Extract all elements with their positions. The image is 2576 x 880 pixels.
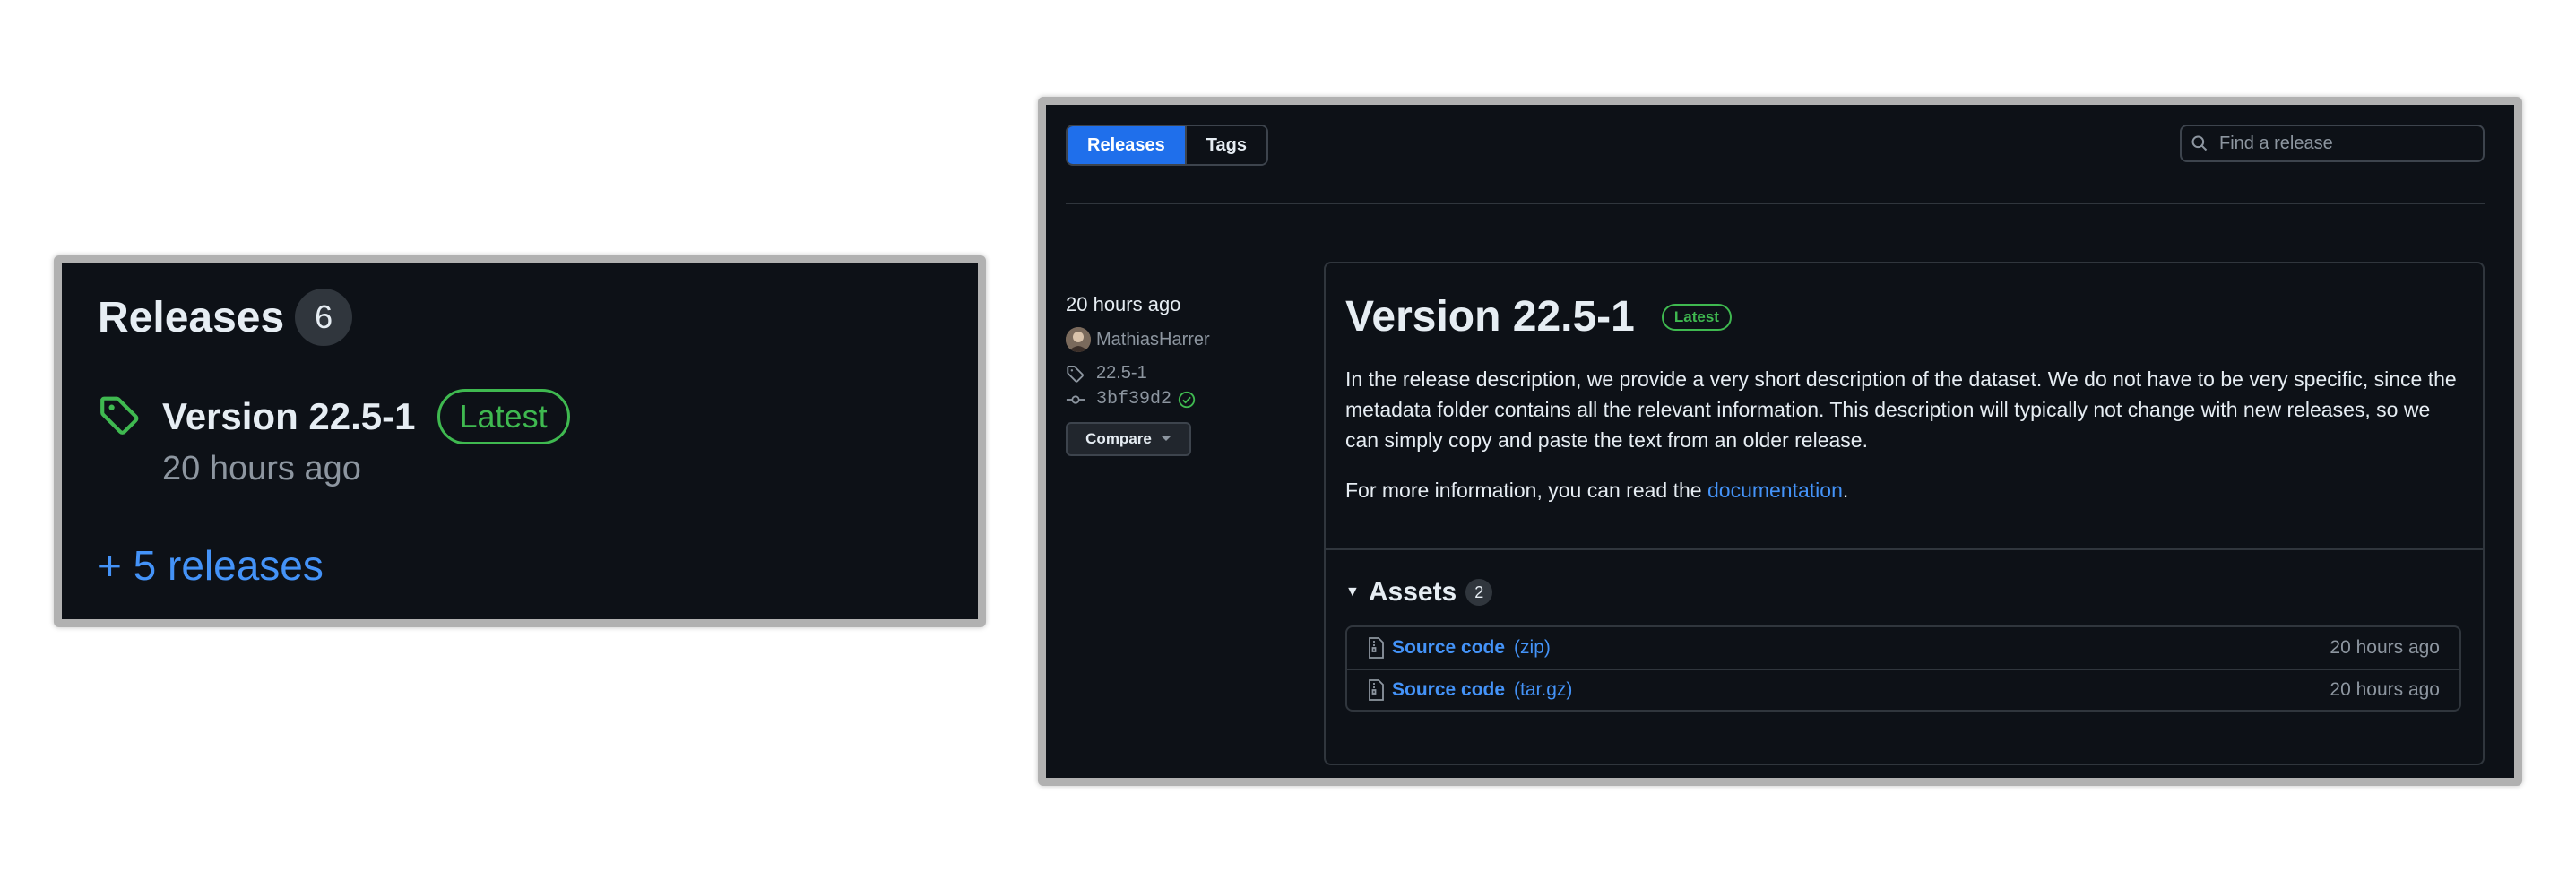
compare-button[interactable]: Compare [1066, 422, 1191, 456]
more-info-suffix: . [1842, 479, 1849, 502]
asset-time: 20 hours ago [2330, 637, 2440, 658]
assets-list: Source code (zip) 20 hours ago Source co… [1345, 625, 2461, 712]
release-meta-time: 20 hours ago [1066, 293, 1181, 315]
releases-count-badge: 6 [295, 289, 353, 346]
commit-sha[interactable]: 3bf39d2 [1096, 389, 1171, 410]
avatar[interactable] [1066, 327, 1091, 352]
releases-tags-tabs: Releases Tags [1066, 125, 1268, 166]
release-description: In the release description, we provide a… [1345, 364, 2461, 525]
release-time: 20 hours ago [162, 450, 361, 487]
search-input[interactable] [2217, 132, 2472, 155]
documentation-link[interactable]: documentation [1707, 479, 1843, 502]
assets-count-badge: 2 [1465, 579, 1493, 606]
more-info-paragraph: For more information, you can read the d… [1345, 475, 2461, 505]
verified-check-icon [1178, 391, 1196, 408]
asset-time: 20 hours ago [2330, 679, 2440, 700]
releases-sidebar-card: Releases 6 Version 22.5-1 Latest 20 hour… [54, 255, 986, 627]
asset-ext[interactable]: (zip) [1514, 637, 1551, 659]
asset-ext[interactable]: (tar.gz) [1514, 679, 1572, 701]
file-zip-icon [1369, 679, 1384, 701]
latest-badge: Latest [437, 389, 570, 444]
asset-name-link[interactable]: Source code [1392, 679, 1505, 701]
release-card: Version 22.5-1 Latest In the release des… [1324, 262, 2485, 765]
file-zip-icon [1369, 637, 1384, 659]
more-releases-link[interactable]: + 5 releases [98, 541, 324, 590]
latest-release-item[interactable]: Version 22.5-1 Latest 20 hours ago [98, 389, 570, 488]
release-name-link[interactable]: Version 22.5-1 [162, 395, 416, 438]
author-row[interactable]: MathiasHarrer [1066, 327, 1210, 352]
chevron-down-icon [1161, 436, 1171, 441]
author-name[interactable]: MathiasHarrer [1096, 330, 1210, 350]
releases-title[interactable]: Releases [98, 293, 284, 342]
releases-heading[interactable]: Releases 6 [98, 289, 353, 346]
commit-icon [1066, 394, 1085, 404]
compare-label: Compare [1085, 430, 1152, 447]
find-release-search[interactable] [2180, 125, 2485, 162]
tag-row[interactable]: 22.5-1 [1066, 363, 1210, 384]
tag-name[interactable]: 22.5-1 [1096, 363, 1147, 384]
asset-name-link[interactable]: Source code [1392, 637, 1505, 659]
tab-tags[interactable]: Tags [1184, 126, 1266, 164]
release-title-link[interactable]: Version 22.5-1 [1345, 292, 1635, 341]
tab-releases[interactable]: Releases [1068, 126, 1185, 164]
asset-row[interactable]: Source code (tar.gz) 20 hours ago [1347, 669, 2459, 710]
more-info-text: For more information, you can read the [1345, 479, 1707, 502]
tag-icon [1067, 365, 1084, 383]
assets-toggle[interactable]: ▼ Assets 2 [1345, 577, 1493, 608]
assets-title: Assets [1368, 577, 1457, 607]
tag-icon [100, 396, 139, 435]
assets-divider [1326, 548, 2483, 550]
asset-row[interactable]: Source code (zip) 20 hours ago [1347, 627, 2459, 669]
release-meta: 20 hours ago MathiasHarrer 22.5-1 3bf39d… [1066, 293, 1210, 456]
commit-row[interactable]: 3bf39d2 [1066, 389, 1210, 410]
latest-badge: Latest [1661, 303, 1732, 331]
search-icon [2191, 135, 2208, 151]
release-page-panel: Releases Tags 20 hours ago MathiasHarrer [1038, 97, 2522, 786]
caret-down-icon: ▼ [1345, 584, 1360, 600]
header-divider [1066, 203, 2485, 204]
description-paragraph: In the release description, we provide a… [1345, 367, 2457, 452]
